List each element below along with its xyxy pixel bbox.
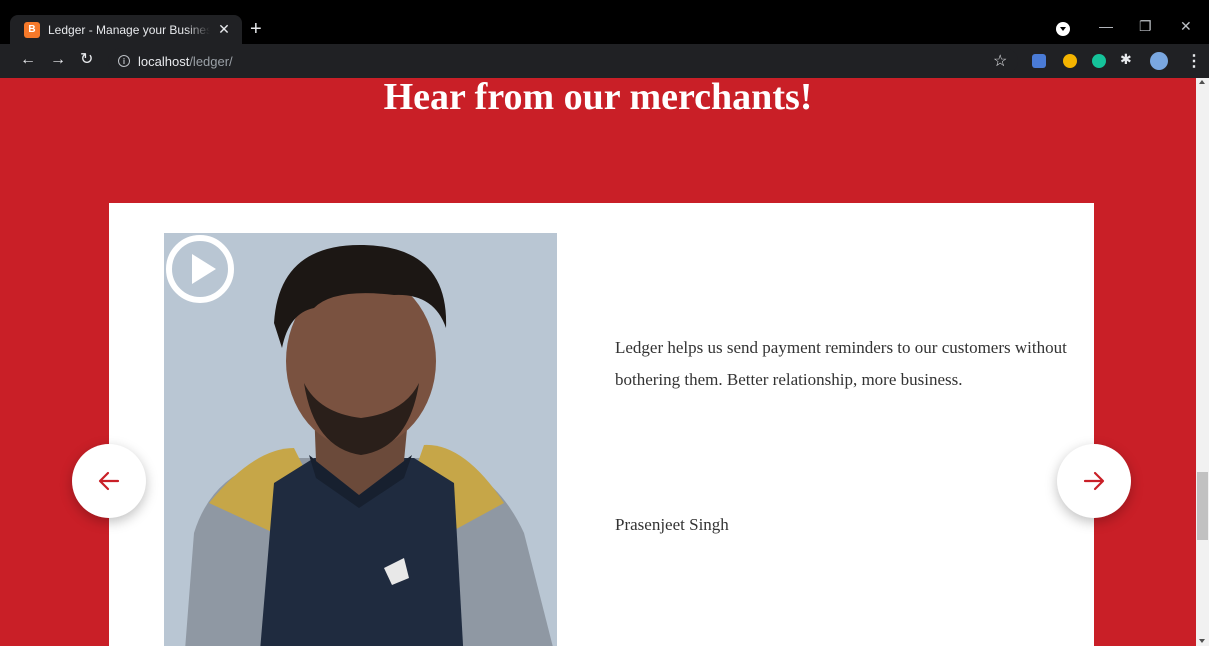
tab-bar: B Ledger - Manage your Business & ... ✕ …: [0, 10, 1209, 44]
testimonials-section: Hear from our merchants! Ledger helps us…: [0, 78, 1196, 646]
extensions-puzzle-icon[interactable]: ✱: [1120, 51, 1134, 67]
arrow-left-icon: [98, 471, 120, 491]
scrollbar-thumb[interactable]: [1197, 472, 1208, 540]
tab-title: Ledger - Manage your Business & ...: [48, 22, 210, 37]
profile-menu-icon[interactable]: [1056, 22, 1070, 36]
bookmark-star-icon[interactable]: ☆: [993, 51, 1007, 71]
merchant-video-thumbnail[interactable]: [164, 233, 557, 646]
restore-icon[interactable]: ❐: [1139, 18, 1152, 35]
page-scrollbar[interactable]: [1196, 78, 1209, 646]
user-avatar[interactable]: [1150, 52, 1168, 70]
scroll-up-icon[interactable]: [1199, 80, 1205, 84]
url-host: localhost: [138, 53, 190, 69]
testimonial-card: Ledger helps us send payment reminders t…: [109, 203, 1094, 646]
tab-close-icon[interactable]: ✕: [216, 21, 232, 38]
browser-toolbar: ← → ↻ i localhost/ledger/ ☆ ✱ ⋮: [0, 44, 1209, 78]
grammarly-extension-icon[interactable]: [1092, 54, 1106, 68]
translate-extension-icon[interactable]: [1032, 54, 1046, 68]
tab-favicon-icon: B: [24, 21, 40, 38]
testimonial-author: Prasenjeet Singh: [615, 515, 729, 534]
url-path: /ledger/: [189, 53, 233, 69]
extension-icon[interactable]: [1063, 54, 1077, 68]
window-close-icon[interactable]: ✕: [1180, 18, 1192, 35]
next-testimonial-button[interactable]: [1057, 444, 1131, 518]
previous-testimonial-button[interactable]: [72, 444, 146, 518]
play-icon[interactable]: [164, 233, 236, 305]
browser-menu-icon[interactable]: ⋮: [1186, 51, 1202, 71]
new-tab-button[interactable]: +: [250, 19, 262, 39]
forward-icon[interactable]: →: [50, 51, 66, 69]
address-bar[interactable]: i localhost/ledger/: [108, 48, 1018, 74]
back-icon[interactable]: ←: [20, 51, 36, 69]
section-heading: Hear from our merchants!: [383, 78, 813, 118]
scroll-down-icon[interactable]: [1199, 639, 1205, 643]
testimonial-quote: Ledger helps us send payment reminders t…: [615, 338, 1067, 389]
browser-tab[interactable]: B Ledger - Manage your Business & ... ✕: [10, 15, 242, 44]
site-info-icon[interactable]: i: [118, 55, 130, 67]
reload-icon[interactable]: ↻: [80, 51, 93, 69]
minimize-icon[interactable]: —: [1099, 18, 1113, 34]
browser-chrome: B Ledger - Manage your Business & ... ✕ …: [0, 0, 1209, 78]
arrow-right-icon: [1083, 471, 1105, 491]
